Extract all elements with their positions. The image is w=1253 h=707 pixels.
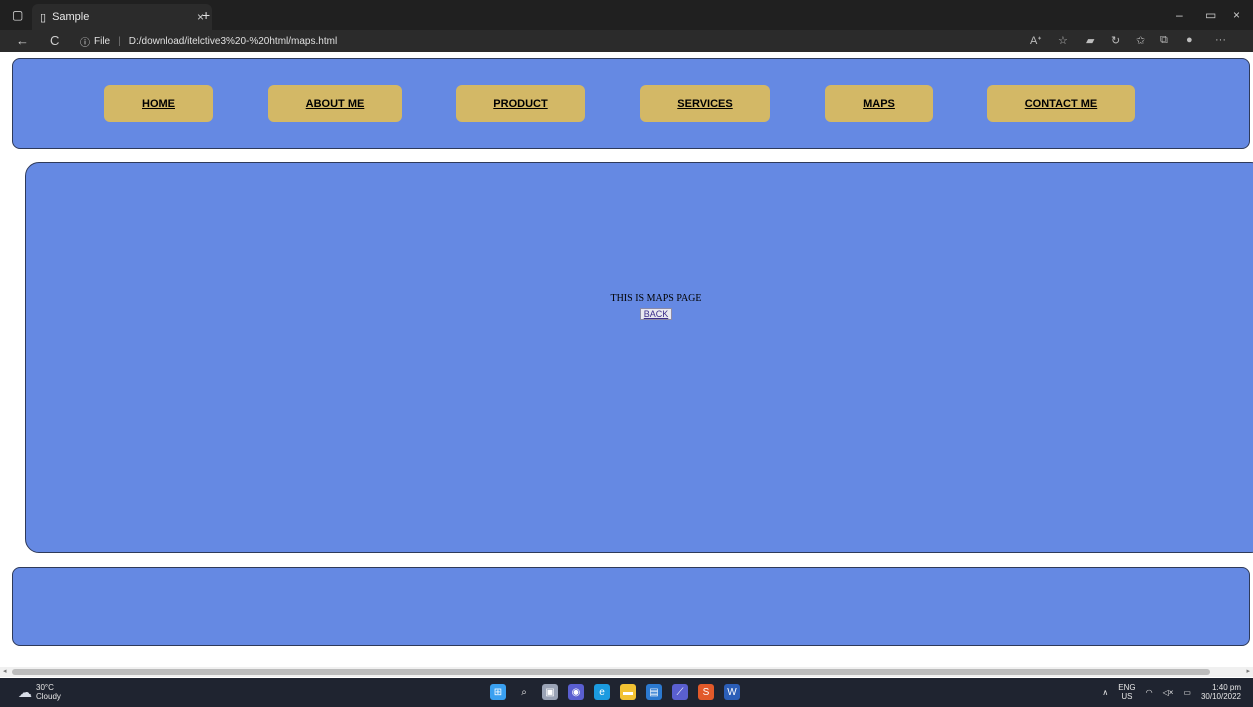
close-window-icon[interactable]: × xyxy=(1233,8,1240,22)
region-label: US xyxy=(1121,692,1133,701)
chevron-up-icon[interactable]: ∧ xyxy=(1102,688,1108,697)
nav-contact-link[interactable]: CONTACT ME xyxy=(1025,98,1098,110)
url-prefix: File xyxy=(94,35,111,47)
browser-tab[interactable]: ▯ Sample × xyxy=(32,4,212,30)
nav-contact-button[interactable]: CONTACT ME xyxy=(987,85,1135,122)
nav-panel: HOME ABOUT ME PRODUCT SERVICES MAPS CONT… xyxy=(12,58,1250,149)
horizontal-scrollbar[interactable]: ◂ ▸ xyxy=(0,667,1253,677)
refresh-icon[interactable]: ↻ xyxy=(1111,34,1120,47)
back-button[interactable]: BACK xyxy=(639,308,673,320)
reload-icon[interactable]: C xyxy=(50,33,59,48)
url-text: D:/download/itelctive3%20-%20html/maps.h… xyxy=(128,35,338,47)
favorite-icon[interactable]: ☆ xyxy=(1058,34,1068,47)
clock-date: 30/10/2022 xyxy=(1200,692,1241,701)
extensions-icon[interactable]: ▰ xyxy=(1086,34,1094,47)
weather-desc: Cloudy xyxy=(36,692,61,701)
nav-product-button[interactable]: PRODUCT xyxy=(456,85,585,122)
browser-titlebar: ▢ ▯ Sample × + – ▭ × xyxy=(0,0,1253,30)
scrollbar-thumb[interactable] xyxy=(12,669,1210,675)
main-panel: THIS IS MAPS PAGE BACK xyxy=(25,162,1253,553)
cloud-icon: ☁ xyxy=(18,683,32,700)
scroll-left-icon[interactable]: ◂ xyxy=(3,667,7,675)
tab-title: Sample xyxy=(52,11,90,23)
volume-icon[interactable]: ◁× xyxy=(1163,688,1174,697)
store-icon[interactable]: ▤ xyxy=(646,684,662,700)
scroll-right-icon[interactable]: ▸ xyxy=(1246,667,1250,675)
favorites-bar-icon[interactable]: ✩ xyxy=(1136,34,1145,47)
system-tray: ∧ ENG US ◠ ◁× ▭ 1:40 pm 30/10/2022 xyxy=(1102,683,1241,701)
info-icon: ⓘ xyxy=(80,37,90,49)
footer-panel xyxy=(12,567,1250,646)
more-icon[interactable]: ··· xyxy=(1215,34,1226,46)
vs-icon[interactable]: ⟋ xyxy=(672,684,688,700)
tab-actions-icon[interactable]: ▢ xyxy=(12,8,23,22)
word-icon[interactable]: W xyxy=(724,684,740,700)
new-tab-icon[interactable]: + xyxy=(202,7,210,23)
maximize-icon[interactable]: ▭ xyxy=(1205,8,1216,22)
nav-maps-link[interactable]: MAPS xyxy=(863,98,895,110)
collections-icon[interactable]: ⧉ xyxy=(1160,34,1168,47)
edge-icon[interactable]: e xyxy=(594,684,610,700)
wifi-icon[interactable]: ◠ xyxy=(1146,688,1153,697)
nav-maps-button[interactable]: MAPS xyxy=(825,85,933,122)
main-content: THIS IS MAPS PAGE BACK xyxy=(606,293,706,322)
nav-about-button[interactable]: ABOUT ME xyxy=(268,85,402,122)
nav-home-link[interactable]: HOME xyxy=(142,98,175,110)
taskbar: ☁ 30°C Cloudy ⊞ ⌕ ▣ ◉ e ▬ ▤ ⟋ S W ∧ ENG … xyxy=(0,678,1253,707)
back-arrow-icon[interactable]: ← xyxy=(16,33,29,48)
url-separator: | xyxy=(118,35,121,47)
page-icon: ▯ xyxy=(40,11,47,24)
language-indicator[interactable]: ENG US xyxy=(1118,683,1135,701)
start-icon[interactable]: ⊞ xyxy=(490,684,506,700)
url-field[interactable]: ⓘ File | D:/download/itelctive3%20-%20ht… xyxy=(80,32,337,50)
nav-product-link[interactable]: PRODUCT xyxy=(493,98,547,110)
chat-icon[interactable]: ◉ xyxy=(568,684,584,700)
nav-about-link[interactable]: ABOUT ME xyxy=(306,98,365,110)
read-aloud-icon[interactable]: Aᐩ xyxy=(1030,34,1042,47)
profile-icon[interactable]: ● xyxy=(1186,34,1193,46)
task-view-icon[interactable]: ▣ xyxy=(542,684,558,700)
battery-icon[interactable]: ▭ xyxy=(1183,688,1191,697)
clock[interactable]: 1:40 pm 30/10/2022 xyxy=(1201,683,1241,701)
nav-home-button[interactable]: HOME xyxy=(104,85,213,122)
file-explorer-icon[interactable]: ▬ xyxy=(620,684,636,700)
lang-label: ENG xyxy=(1118,683,1136,692)
page-heading: THIS IS MAPS PAGE xyxy=(610,293,702,304)
clock-time: 1:40 pm xyxy=(1212,683,1241,692)
search-icon[interactable]: ⌕ xyxy=(516,684,532,700)
weather-widget[interactable]: ☁ 30°C Cloudy xyxy=(18,683,61,701)
nav-services-button[interactable]: SERVICES xyxy=(640,85,770,122)
minimize-icon[interactable]: – xyxy=(1176,8,1183,22)
taskbar-apps: ⊞ ⌕ ▣ ◉ e ▬ ▤ ⟋ S W xyxy=(490,684,740,700)
address-bar: ← C ⓘ File | D:/download/itelctive3%20-%… xyxy=(0,30,1253,52)
nav-services-link[interactable]: SERVICES xyxy=(677,98,732,110)
weather-temp: 30°C xyxy=(36,683,54,692)
sublime-icon[interactable]: S xyxy=(698,684,714,700)
